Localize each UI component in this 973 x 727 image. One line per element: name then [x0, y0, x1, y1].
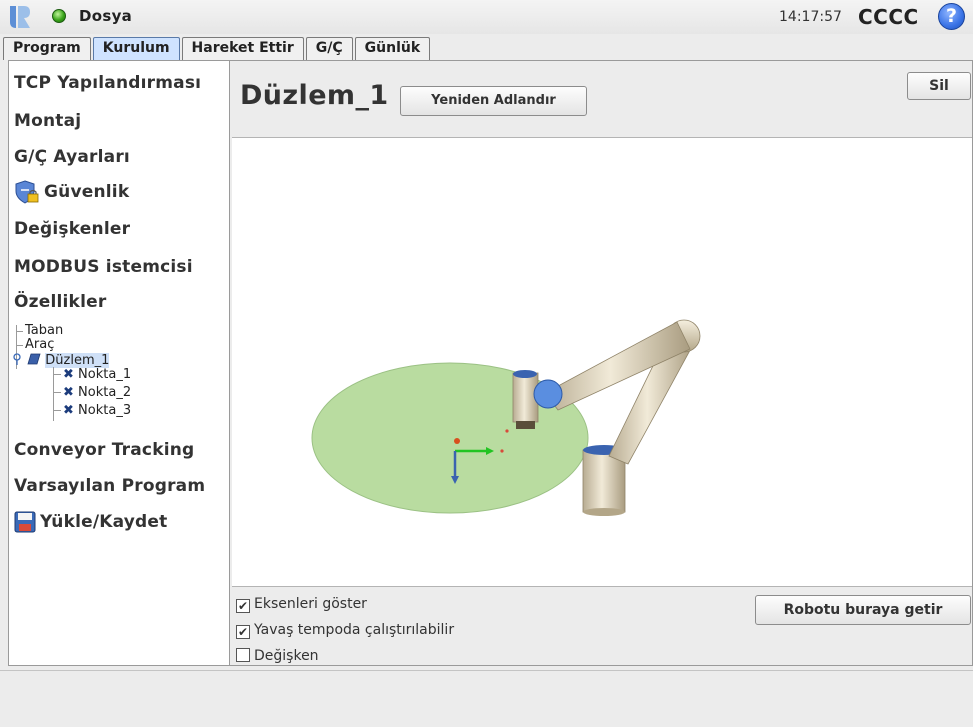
variable-checkbox[interactable]	[236, 648, 250, 662]
robot-joint-cap	[533, 379, 563, 409]
tree-item-tool[interactable]: Araç	[25, 337, 54, 352]
robot-status-icon[interactable]	[52, 9, 66, 23]
option-label: Eksenleri göster	[254, 596, 367, 612]
top-bar: Dosya 14:17:57 CCCC ?	[0, 0, 973, 34]
tree-item-point-1[interactable]: ✖ Nokta_1	[63, 367, 131, 382]
3d-viewport[interactable]	[232, 137, 972, 587]
sidebar-item-load-save[interactable]: Yükle/Kaydet	[14, 511, 167, 533]
option-label: Değişken	[254, 648, 319, 664]
clock: 14:17:57	[779, 9, 842, 25]
sidebar-item-conveyor[interactable]: Conveyor Tracking	[14, 440, 194, 460]
sidebar-item-tcp[interactable]: TCP Yapılandırması	[14, 73, 201, 93]
sidebar-item-variables[interactable]: Değişkenler	[14, 219, 130, 239]
tab-move[interactable]: Hareket Ettir	[181, 37, 304, 60]
features-tree: Taban Araç Düzlem_1 ✖ Nokta_1 ✖ Nokta_2	[13, 323, 214, 433]
sidebar-item-label: Yükle/Kaydet	[40, 512, 168, 532]
sidebar-item-modbus[interactable]: MODBUS istemcisi	[14, 257, 193, 277]
sidebar-item-features[interactable]: Özellikler	[14, 292, 106, 312]
move-robot-here-button[interactable]: Robotu buraya getir	[755, 595, 971, 625]
main-tabs: Program Kurulum Hareket Ettir G/Ç Günlük	[3, 37, 432, 60]
sidebar-item-mounting[interactable]: Montaj	[14, 111, 81, 131]
ur-logo-icon	[10, 6, 30, 28]
point-x-icon: ✖	[63, 385, 74, 400]
floppy-disk-icon	[14, 511, 36, 533]
point-x-icon: ✖	[63, 367, 74, 382]
show-axes-option[interactable]: ✔ Eksenleri göster	[236, 596, 367, 613]
tree-item-plane[interactable]: Düzlem_1	[13, 352, 110, 368]
feature-title: Düzlem_1	[240, 80, 389, 111]
point-x-icon: ✖	[63, 403, 74, 418]
variable-option[interactable]: Değişken	[236, 648, 319, 664]
sidebar-item-label: Güvenlik	[44, 182, 130, 202]
delete-button[interactable]: Sil	[907, 72, 971, 100]
joggable-checkbox[interactable]: ✔	[236, 625, 250, 639]
tab-log[interactable]: Günlük	[354, 37, 431, 60]
joggable-option[interactable]: ✔ Yavaş tempoda çalıştırılabilir	[236, 622, 454, 639]
tree-item-base[interactable]: Taban	[25, 323, 63, 338]
tree-item-point-3[interactable]: ✖ Nokta_3	[63, 403, 131, 418]
sidebar-item-default-program[interactable]: Varsayılan Program	[14, 476, 205, 496]
tree-expand-icon[interactable]	[13, 352, 23, 366]
plane-icon	[27, 353, 41, 365]
rename-button[interactable]: Yeniden Adlandır	[400, 86, 587, 116]
show-axes-checkbox[interactable]: ✔	[236, 599, 250, 613]
bottom-bar	[0, 670, 973, 727]
option-label: Yavaş tempoda çalıştırılabilir	[254, 622, 455, 638]
robot-3d-view	[311, 319, 701, 516]
feature-panel: Düzlem_1 Yeniden Adlandır Sil ✔ Eksenler…	[230, 60, 973, 666]
sidebar-item-io-setup[interactable]: G/Ç Ayarları	[14, 147, 130, 167]
installation-sidebar: TCP Yapılandırması Montaj G/Ç Ayarları G…	[8, 60, 230, 666]
tab-io[interactable]: G/Ç	[305, 37, 353, 60]
shield-lock-icon	[15, 180, 39, 204]
help-icon[interactable]: ?	[938, 3, 965, 30]
tab-program[interactable]: Program	[3, 37, 91, 60]
sidebar-item-safety[interactable]: Güvenlik	[14, 180, 129, 204]
robot-name: CCCC	[858, 5, 919, 29]
file-menu[interactable]: Dosya	[79, 7, 132, 25]
tab-installation[interactable]: Kurulum	[92, 37, 180, 60]
tree-item-point-2[interactable]: ✖ Nokta_2	[63, 385, 131, 400]
